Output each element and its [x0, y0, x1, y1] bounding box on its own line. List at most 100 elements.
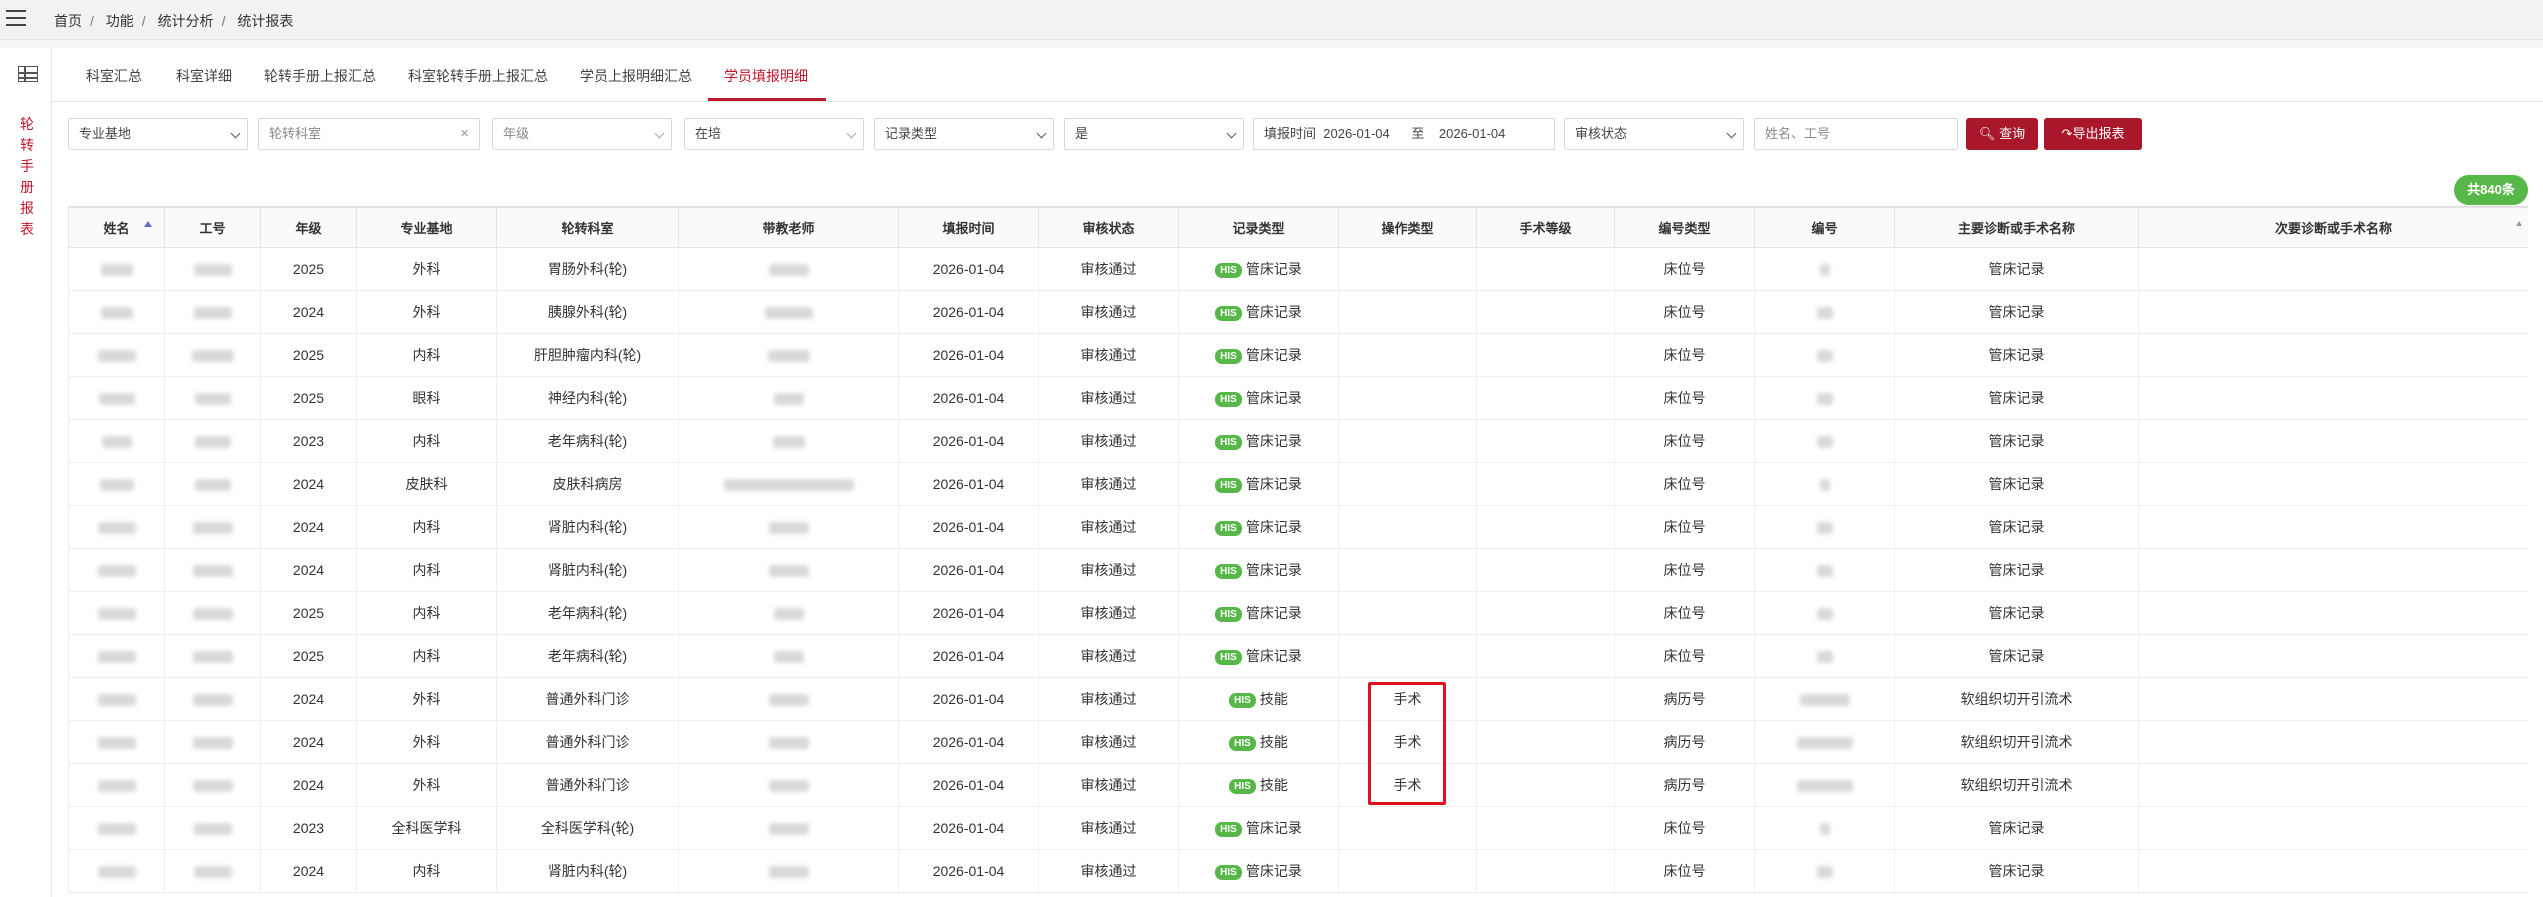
main-diagnosis-cell: 管床记录	[1894, 333, 2139, 377]
table-row[interactable]: 2024 外科 普通外科门诊 2026-01-04 审核通过 HIS 技能 手术 病历号 软组织切…	[68, 720, 2528, 764]
surgery-level-cell	[1476, 849, 1615, 893]
date-range-input[interactable]: 填报时间 2026-01-04 至 2026-01-04	[1253, 118, 1555, 150]
status-select[interactable]: 在培	[684, 118, 864, 150]
name-cell	[68, 333, 165, 377]
base-cell: 眼科	[356, 376, 497, 420]
table-row[interactable]: 2025 眼科 神经内科(轮) 2026-01-04 审核通过 HIS 管床记录 床位号 管床记…	[68, 376, 2528, 420]
table-row[interactable]: 2024 内科 肾脏内科(轮) 2026-01-04 审核通过 HIS 管床记录 床位号 管床记…	[68, 548, 2528, 592]
number-cell	[1754, 333, 1895, 377]
menu-icon[interactable]	[6, 10, 26, 26]
table-row[interactable]: 2025 内科 老年病科(轮) 2026-01-04 审核通过 HIS 管床记录 床位号 管床记…	[68, 634, 2528, 678]
query-button[interactable]: 🔍︎ 查询	[1966, 118, 2038, 150]
grade-cell: 2024	[260, 290, 357, 334]
table-row[interactable]: 2023 全科医学科 全科医学科(轮) 2026-01-04 审核通过 HIS 管床记录 床位…	[68, 806, 2528, 850]
sort-asc-icon[interactable]	[144, 221, 152, 227]
table-row[interactable]: 2024 皮肤科 皮肤科病房 2026-01-04 审核通过 HIS 管床记录 床位号 管床记录	[68, 462, 2528, 506]
secondary-diagnosis-cell	[2138, 677, 2528, 721]
dept-cell: 老年病科(轮)	[496, 591, 679, 635]
record-type-cell: HIS 管床记录	[1178, 376, 1339, 420]
record-type-cell: HIS 管床记录	[1178, 247, 1339, 291]
teacher-cell	[678, 247, 899, 291]
main-diagnosis-cell: 管床记录	[1894, 462, 2139, 506]
id-type-cell: 病历号	[1614, 763, 1755, 807]
column-header[interactable]: 填报时间	[898, 207, 1039, 248]
his-badge: HIS	[1215, 563, 1242, 579]
table-grid-icon[interactable]	[18, 66, 38, 82]
column-header[interactable]: 专业基地	[356, 207, 497, 248]
id-type-cell: 床位号	[1614, 505, 1755, 549]
id-cell	[164, 763, 261, 807]
breadcrumb-stats[interactable]: 统计分析	[158, 13, 214, 29]
id-cell	[164, 677, 261, 721]
audit-cell: 审核通过	[1038, 763, 1179, 807]
date-cell: 2026-01-04	[898, 849, 1039, 893]
grade-cell: 2023	[260, 806, 357, 850]
table-row[interactable]: 2025 外科 胃肠外科(轮) 2026-01-04 审核通过 HIS 管床记录 床位号 管床记…	[68, 247, 2528, 291]
id-cell	[164, 462, 261, 506]
export-button[interactable]: ↷导出报表	[2044, 118, 2142, 150]
record-type-cell: HIS 技能	[1178, 677, 1339, 721]
audit-cell: 审核通过	[1038, 677, 1179, 721]
column-header[interactable]: 审核状态	[1038, 207, 1179, 248]
column-header[interactable]: 编号	[1754, 207, 1895, 248]
id-type-cell: 床位号	[1614, 849, 1755, 893]
op-type-cell	[1338, 634, 1477, 678]
grade-select[interactable]: 年级	[492, 118, 672, 150]
teacher-cell	[678, 419, 899, 463]
main-diagnosis-cell: 管床记录	[1894, 806, 2139, 850]
clear-icon[interactable]: ×	[460, 119, 469, 149]
table-row[interactable]: 2025 内科 肝胆肿瘤内科(轮) 2026-01-04 审核通过 HIS 管床记录 床位号管…	[68, 333, 2528, 377]
table-row[interactable]: 2023 内科 老年病科(轮) 2026-01-04 审核通过 HIS 管床记录 床位号 管床记…	[68, 419, 2528, 463]
tab-handbook-summary[interactable]: 轮转手册上报汇总	[264, 66, 376, 86]
column-header[interactable]: 年级	[260, 207, 357, 248]
op-type-cell	[1338, 247, 1477, 291]
id-cell	[164, 247, 261, 291]
tab-dept-summary[interactable]: 科室汇总	[86, 66, 142, 86]
column-header[interactable]: 主要诊断或手术名称	[1894, 207, 2139, 248]
tab-student-fill-detail[interactable]: 学员填报明细	[724, 66, 808, 86]
name-cell	[68, 247, 165, 291]
breadcrumb-home[interactable]: 首页	[54, 13, 82, 29]
breadcrumb-function[interactable]: 功能	[106, 13, 134, 29]
base-cell: 内科	[356, 505, 497, 549]
column-header[interactable]: 记录类型	[1178, 207, 1339, 248]
tab-dept-detail[interactable]: 科室详细	[176, 66, 232, 86]
table-row[interactable]: 2024 内科 肾脏内科(轮) 2026-01-04 审核通过 HIS 管床记录 床位号 管床记…	[68, 505, 2528, 549]
audit-select[interactable]: 审核状态	[1564, 118, 1744, 150]
record-type-cell: HIS 管床记录	[1178, 634, 1339, 678]
search-input[interactable]: 姓名、工号	[1754, 118, 1958, 150]
base-cell: 外科	[356, 677, 497, 721]
his-badge: HIS	[1229, 692, 1256, 708]
column-header[interactable]: 手术等级	[1476, 207, 1615, 248]
tab-student-report-summary[interactable]: 学员上报明细汇总	[580, 66, 692, 86]
table-row[interactable]: 2024 内科 肾脏内科(轮) 2026-01-04 审核通过 HIS 管床记录 床位号 管床记…	[68, 849, 2528, 893]
table-row[interactable]: 2024 外科 胰腺外科(轮) 2026-01-04 审核通过 HIS 管床记录 床位号 管床记…	[68, 290, 2528, 334]
record-type-select[interactable]: 记录类型	[874, 118, 1054, 150]
dept-cell: 全科医学科(轮)	[496, 806, 679, 850]
column-header[interactable]: 次要诊断或手术名称	[2138, 207, 2528, 248]
record-type-cell: HIS 管床记录	[1178, 462, 1339, 506]
yesno-select[interactable]: 是	[1064, 118, 1244, 150]
column-header[interactable]: 带教老师	[678, 207, 899, 248]
table-row[interactable]: 2024 外科 普通外科门诊 2026-01-04 审核通过 HIS 技能 手术 病历号 软组织切…	[68, 763, 2528, 807]
column-header[interactable]: 轮转科室	[496, 207, 679, 248]
id-cell	[164, 376, 261, 420]
main-diagnosis-cell: 软组织切开引流术	[1894, 677, 2139, 721]
date-cell: 2026-01-04	[898, 333, 1039, 377]
name-cell	[68, 720, 165, 764]
op-type-cell	[1338, 419, 1477, 463]
column-header[interactable]: 编号类型	[1614, 207, 1755, 248]
table-row[interactable]: 2025 内科 老年病科(轮) 2026-01-04 审核通过 HIS 管床记录 床位号 管床记…	[68, 591, 2528, 635]
column-header[interactable]: 姓名	[68, 207, 165, 248]
dept-cell: 普通外科门诊	[496, 677, 679, 721]
base-select[interactable]: 专业基地	[68, 118, 248, 150]
column-header[interactable]: 工号	[164, 207, 261, 248]
column-header[interactable]: 操作类型	[1338, 207, 1477, 248]
secondary-diagnosis-cell	[2138, 462, 2528, 506]
sort-icon[interactable]	[2516, 221, 2522, 226]
grade-cell: 2024	[260, 677, 357, 721]
dept-select[interactable]: 轮转科室 ×	[258, 118, 480, 150]
name-cell	[68, 462, 165, 506]
tab-dept-handbook-summary[interactable]: 科室轮转手册上报汇总	[408, 66, 548, 86]
table-row[interactable]: 2024 外科 普通外科门诊 2026-01-04 审核通过 HIS 技能 手术 病历号 软组织切…	[68, 677, 2528, 721]
